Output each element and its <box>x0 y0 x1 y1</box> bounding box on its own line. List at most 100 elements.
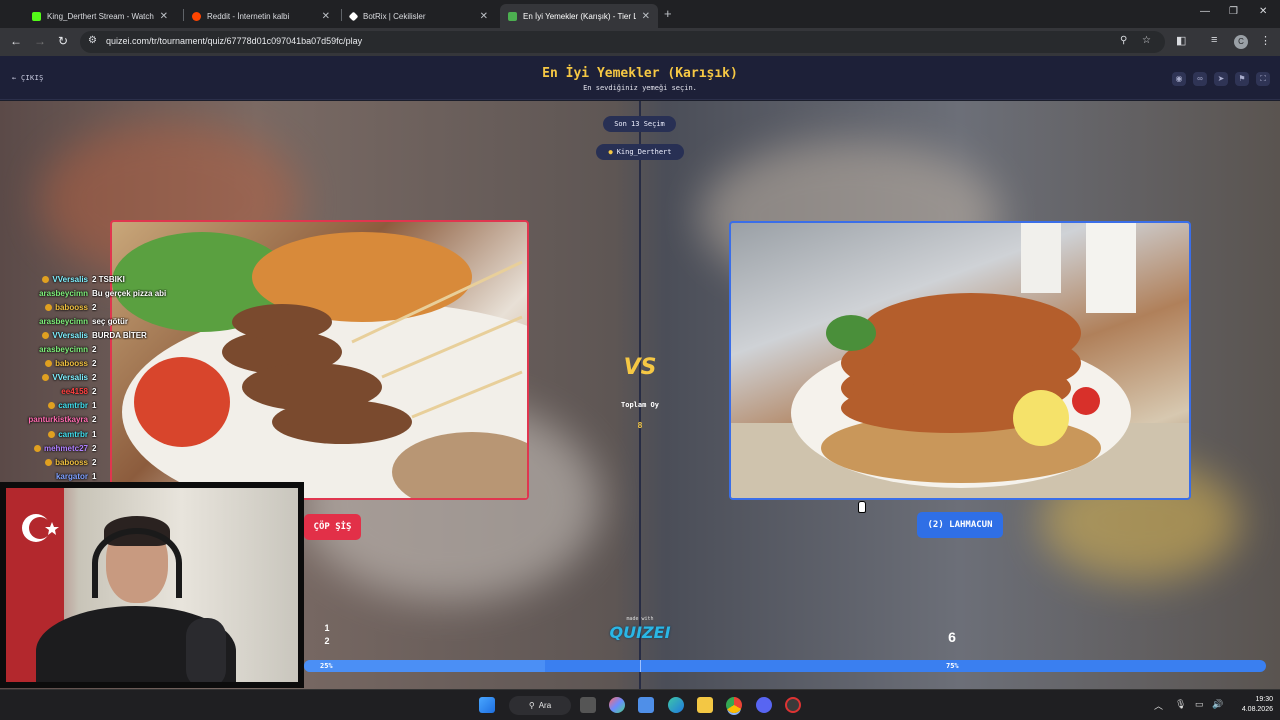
chrome-icon[interactable] <box>726 697 742 713</box>
chat-username[interactable]: panturkistkayra <box>28 415 88 424</box>
subscriber-badge-icon <box>48 402 56 410</box>
extensions-icon[interactable]: ◧ <box>1176 34 1186 47</box>
webcam-feed <box>6 488 298 682</box>
subscriber-badge-icon <box>42 275 50 283</box>
volume-icon[interactable]: 🔊 <box>1212 699 1223 710</box>
subscriber-badge-icon <box>45 360 53 368</box>
zoom-icon[interactable]: ⚲ <box>1120 35 1127 46</box>
chat-text: 2 <box>92 345 97 355</box>
botrix-favicon-icon <box>348 11 359 21</box>
search-icon: ⚲ <box>528 701 535 710</box>
chat-message: VVersalis 2 TSBIKI <box>0 272 180 286</box>
network-icon[interactable]: ▭ <box>1195 699 1204 710</box>
subscriber-badge-icon <box>33 444 41 452</box>
chat-username[interactable]: arasbeycimn <box>39 345 88 354</box>
back-arrow-icon[interactable]: ← <box>10 34 22 48</box>
chat-username[interactable]: arasbeycimn <box>39 289 88 298</box>
url-text: quizei.com/tr/tournament/quiz/67778d01c0… <box>106 36 363 46</box>
app-icon[interactable] <box>785 697 801 713</box>
discord-icon[interactable] <box>756 697 772 713</box>
quizei-logo[interactable]: QUIZEI <box>600 623 680 642</box>
chat-username[interactable]: camtrbr <box>58 401 88 410</box>
progress-center-mark <box>640 660 641 672</box>
total-votes-value: 8 <box>637 421 643 430</box>
chat-message: camtrbr 1 <box>0 399 180 413</box>
chat-text: Bu gerçek pizza abi <box>92 288 167 298</box>
microphone-tray-icon[interactable]: 🎙 <box>1175 699 1186 710</box>
fullscreen-icon[interactable]: ⛶ <box>1256 72 1270 86</box>
profile-avatar[interactable]: C <box>1234 35 1248 49</box>
windows-start-icon[interactable] <box>479 697 495 713</box>
chat-text: 2 <box>92 302 97 312</box>
tray-chevron-icon[interactable]: ︿ <box>1154 699 1163 712</box>
restore-icon[interactable]: ❐ <box>1229 6 1238 17</box>
chat-text: 2 <box>92 457 97 467</box>
new-tab-icon[interactable]: + <box>664 6 672 21</box>
streamer-badge: ● King_Derthert <box>596 144 684 160</box>
round-badge: Son 13 Seçim <box>603 116 676 132</box>
link-icon[interactable]: ∞ <box>1193 72 1207 86</box>
subscriber-badge-icon <box>45 458 53 466</box>
chat-username[interactable]: babooss <box>55 458 88 467</box>
tab-title: King_Derthert Stream - Watch L <box>47 11 154 21</box>
chat-text: 1 <box>92 401 97 411</box>
chat-username[interactable]: VVersalis <box>52 331 88 340</box>
bookmark-star-icon[interactable]: ☆ <box>1142 35 1151 46</box>
vote-count-left: 1 2 <box>324 623 330 646</box>
flag-icon[interactable]: ⚑ <box>1235 72 1249 86</box>
close-window-icon[interactable]: ✕ <box>1259 6 1267 17</box>
chat-text: 2 <box>92 443 97 453</box>
quiz-subtitle: En sevdiğiniz yemeği seçin. <box>583 84 697 92</box>
chat-message: babooss 2 <box>0 300 180 314</box>
chat-username[interactable]: babooss <box>55 303 88 312</box>
chat-username[interactable]: VVersalis <box>52 373 88 382</box>
chat-message: arasbeycimn 2 <box>0 342 180 356</box>
stream-chat-overlay: VVersalis 2 TSBIKI arasbeycimn Bu gerçek pi… <box>0 272 180 483</box>
vs-lightning-icon: VS <box>623 355 657 380</box>
site-info-icon[interactable]: ⚙ <box>88 35 97 46</box>
share-icon[interactable]: ➤ <box>1214 72 1228 86</box>
subscriber-badge-icon <box>48 430 56 438</box>
close-tab-icon[interactable]: ✕ <box>322 11 330 22</box>
close-tab-icon[interactable]: ✕ <box>642 11 650 22</box>
store-icon[interactable] <box>638 697 654 713</box>
menu-kebab-icon[interactable]: ⋮ <box>1260 34 1271 47</box>
chat-username[interactable]: mehmetc27 <box>44 444 88 453</box>
chat-username[interactable]: camtrbr <box>58 430 88 439</box>
close-tab-icon[interactable]: ✕ <box>160 11 168 22</box>
copilot-icon[interactable] <box>609 697 625 713</box>
choice-button-right[interactable]: (2) LAHMACUN <box>917 512 1003 538</box>
chat-username[interactable]: kargator <box>56 472 88 481</box>
made-with-label: made with <box>626 616 654 622</box>
edge-icon[interactable] <box>668 697 684 713</box>
taskbar-search[interactable]: ⚲ Ara <box>509 696 571 715</box>
task-view-icon[interactable] <box>580 697 596 713</box>
minimize-icon[interactable]: — <box>1200 6 1210 17</box>
chat-username[interactable]: VVersalis <box>52 275 88 284</box>
quiz-title: En İyi Yemekler (Karışık) <box>542 66 738 81</box>
address-bar[interactable]: ⚙ quizei.com/tr/tournament/quiz/67778d01… <box>80 31 1165 53</box>
close-tab-icon[interactable]: ✕ <box>480 11 488 22</box>
chat-text: 2 <box>92 373 97 383</box>
lahmacun-image <box>731 223 1189 498</box>
system-clock[interactable]: 19:30 4.08.2026 <box>1227 695 1273 715</box>
choice-button-left[interactable]: ÇÖP ŞİŞ <box>304 514 361 540</box>
forward-arrow-icon[interactable]: → <box>34 34 46 48</box>
kick-favicon-icon <box>32 11 41 21</box>
tab-reddit[interactable]: Reddit - İnternetin kalbi ✕ <box>184 4 338 28</box>
chat-username[interactable]: arasbeycimn <box>39 317 88 326</box>
chat-username[interactable]: babooss <box>55 359 88 368</box>
microphone-icon <box>186 618 226 682</box>
subscriber-badge-icon <box>42 331 50 339</box>
chat-text: 1 <box>92 471 97 481</box>
chat-text: BURDA BİTER <box>92 330 147 340</box>
tab-kick-stream[interactable]: King_Derthert Stream - Watch L ✕ <box>24 4 176 28</box>
reload-icon[interactable]: ↻ <box>58 34 68 48</box>
chat-username[interactable]: ee4158 <box>61 387 88 396</box>
eye-icon[interactable]: ◉ <box>1172 72 1186 86</box>
file-explorer-icon[interactable] <box>697 697 713 713</box>
tab-quizei-active[interactable]: En İyi Yemekler (Karışık) - Tier L ✕ <box>500 4 658 28</box>
food-card-right[interactable] <box>729 221 1191 500</box>
reading-list-icon[interactable]: ≡ <box>1211 34 1217 46</box>
tab-botrix[interactable]: BotRix | Cekilisler ✕ <box>342 4 496 28</box>
